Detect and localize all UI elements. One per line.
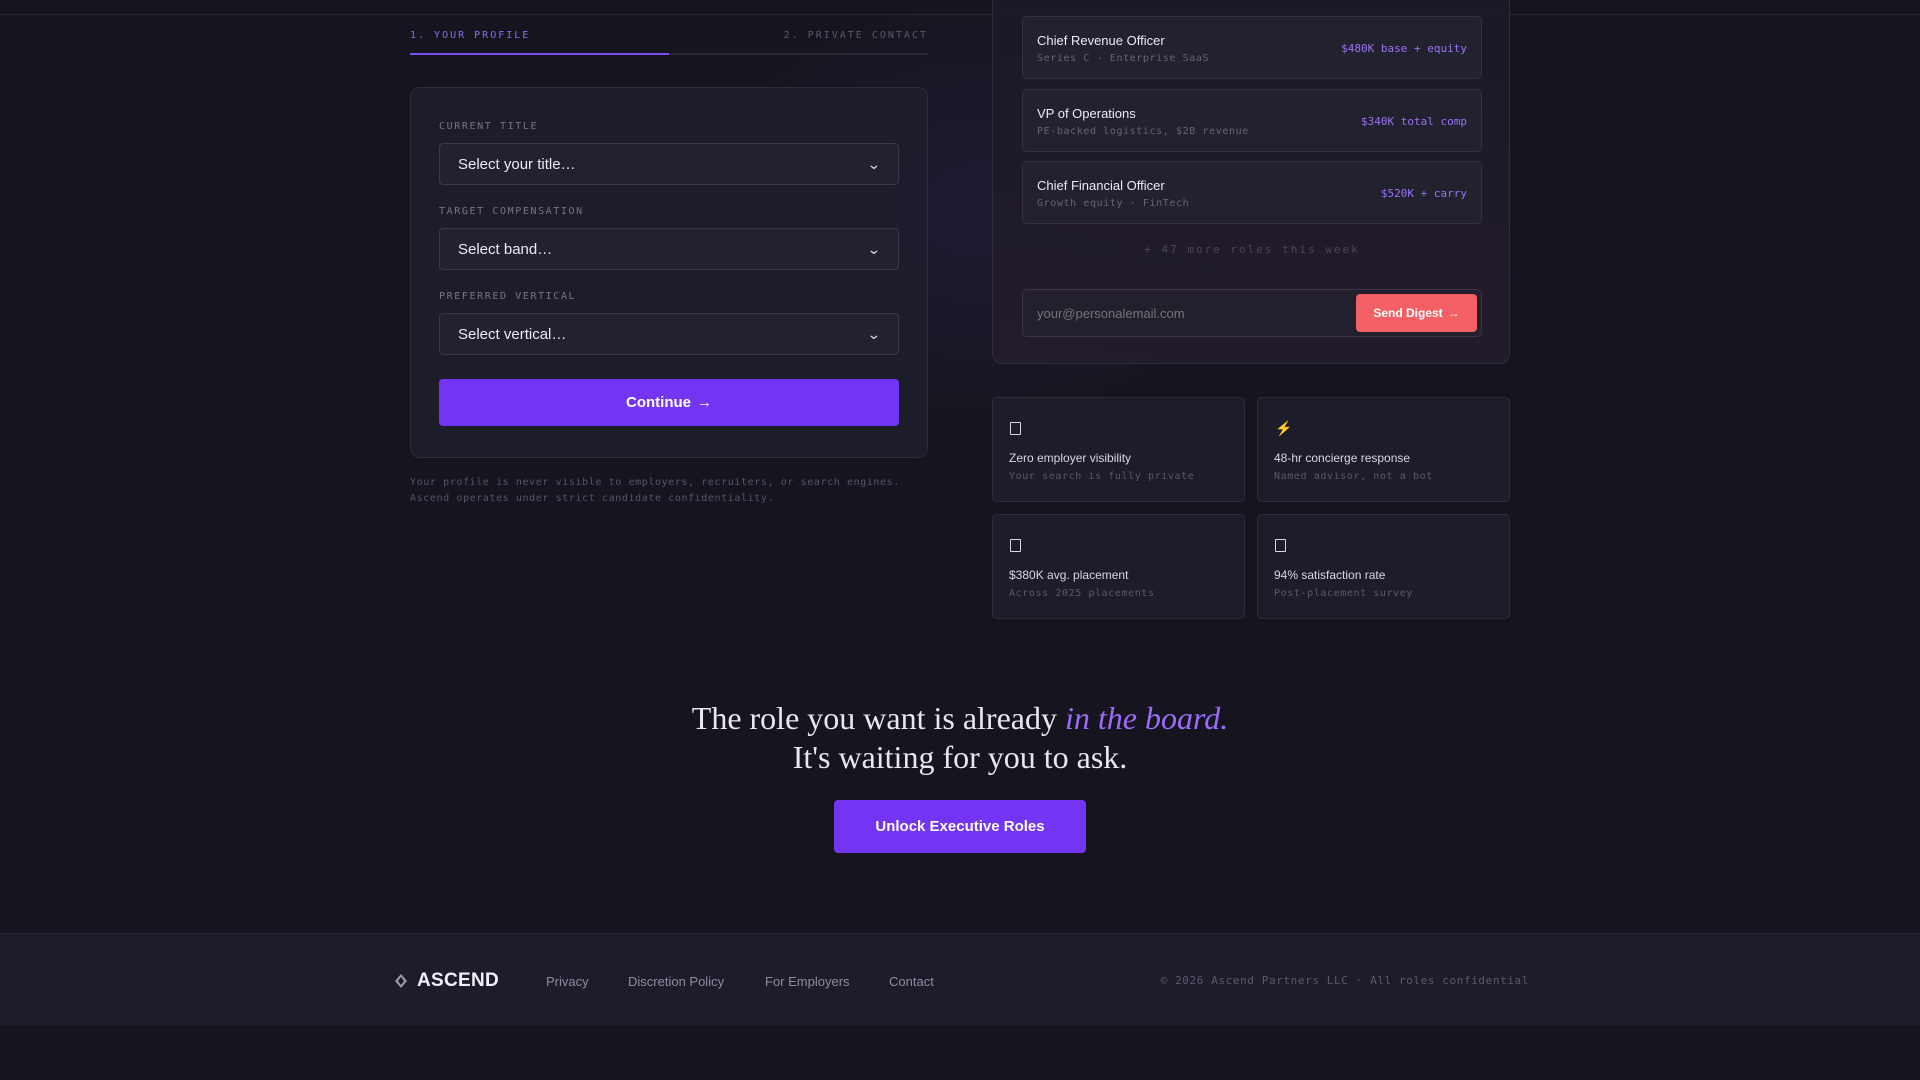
current-title-value: Select your title…: [458, 155, 576, 173]
chevron-down-icon: ⌄: [867, 155, 882, 172]
role-meta: Growth equity · FinTech: [1037, 198, 1190, 209]
email-input[interactable]: [1037, 303, 1337, 323]
target-compensation-select[interactable]: Select band… ⌄: [439, 228, 899, 270]
step-private-contact[interactable]: 2. PRIVATE CONTACT: [784, 30, 928, 41]
target-compensation-value: Select band…: [458, 240, 553, 258]
arrow-right-icon: →: [1447, 306, 1460, 320]
site-footer: ASCEND Privacy Discretion Policy For Emp…: [0, 933, 1920, 1025]
role-meta: PE-backed logistics, $2B revenue: [1037, 126, 1249, 137]
current-title-label: CURRENT TITLE: [439, 121, 539, 132]
role-title: Chief Financial Officer: [1037, 178, 1165, 193]
digest-email-form: Send Digest →: [1022, 289, 1482, 337]
role-compensation: $340K total comp: [1361, 115, 1467, 128]
feature-subtitle: Named advisor, not a bot: [1274, 471, 1433, 482]
role-title: Chief Revenue Officer: [1037, 33, 1165, 48]
arrow-right-icon: →: [697, 394, 712, 411]
current-title-select[interactable]: Select your title… ⌄: [439, 143, 899, 185]
feature-title: Zero employer visibility: [1009, 451, 1132, 465]
chevron-down-icon: ⌄: [867, 325, 882, 342]
step-progress-track: [410, 53, 928, 55]
footer-link-discretion-policy[interactable]: Discretion Policy: [628, 974, 724, 989]
role-card[interactable]: VP of Operations PE-backed logistics, $2…: [1022, 89, 1482, 152]
more-roles-count: + 47 more roles this week: [1144, 243, 1360, 256]
diamond-logo-icon: [395, 974, 407, 988]
privacy-note-line: Your profile is never visible to employe…: [410, 477, 900, 488]
role-meta: Series C · Enterprise SaaS: [1037, 53, 1210, 64]
step-progress-fill: [410, 53, 669, 55]
footer-link-privacy[interactable]: Privacy: [546, 974, 589, 989]
role-compensation: $520K + carry: [1380, 187, 1467, 200]
lock-icon: [1010, 420, 1021, 435]
lightning-icon: ⚡: [1275, 420, 1293, 436]
feature-title: 48-hr concierge response: [1274, 451, 1411, 465]
role-title: VP of Operations: [1037, 106, 1136, 121]
cta-headline: The role you want is already in the boar…: [0, 700, 1920, 737]
copyright: © 2026 Ascend Partners LLC · All roles c…: [1160, 974, 1529, 987]
feature-subtitle: Post-placement survey: [1274, 588, 1414, 599]
profile-form-card: CURRENT TITLE Select your title… ⌄ TARGE…: [410, 87, 928, 458]
preferred-vertical-value: Select vertical…: [458, 325, 567, 343]
role-compensation: $480K base + equity: [1341, 42, 1467, 55]
star-icon: [1275, 537, 1286, 552]
brand[interactable]: ASCEND: [395, 970, 499, 992]
role-card[interactable]: Chief Financial Officer Growth equity · …: [1022, 161, 1482, 224]
brand-name: ASCEND: [417, 970, 500, 991]
send-digest-label: Send Digest: [1373, 306, 1443, 320]
feature-subtitle: Your search is fully private: [1009, 471, 1195, 482]
footer-link-contact[interactable]: Contact: [889, 974, 934, 989]
privacy-note-line: Ascend operates under strict candidate c…: [410, 493, 775, 504]
feature-title: $380K avg. placement: [1009, 568, 1129, 582]
cta-headline-text: The role you want is already: [691, 700, 1065, 736]
feature-tile: Zero employer visibility Your search is …: [992, 397, 1245, 502]
target-compensation-label: TARGET COMPENSATION: [439, 206, 584, 217]
chevron-down-icon: ⌄: [867, 240, 882, 257]
cta-headline-accent: in the board.: [1064, 700, 1229, 736]
unlock-executive-roles-button[interactable]: Unlock Executive Roles: [834, 800, 1086, 853]
feature-tile: ⚡ 48-hr concierge response Named advisor…: [1257, 397, 1510, 502]
send-digest-button[interactable]: Send Digest →: [1356, 294, 1477, 332]
role-card[interactable]: Chief Revenue Officer Series C · Enterpr…: [1022, 16, 1482, 79]
feature-tile: $380K avg. placement Across 2025 placeme…: [992, 514, 1245, 619]
continue-label: Continue: [626, 394, 691, 411]
step-indicator: 1. YOUR PROFILE 2. PRIVATE CONTACT: [410, 30, 928, 56]
money-icon: [1010, 537, 1021, 552]
feature-subtitle: Across 2025 placements: [1009, 588, 1155, 599]
footer-link-for-employers[interactable]: For Employers: [765, 974, 850, 989]
cta-subheadline: It's waiting for you to ask.: [792, 739, 1128, 775]
privacy-note: Your profile is never visible to employe…: [410, 475, 950, 507]
feature-title: 94% satisfaction rate: [1274, 568, 1386, 582]
continue-button[interactable]: Continue →: [439, 379, 899, 426]
preferred-vertical-label: PREFERRED VERTICAL: [439, 291, 577, 302]
roles-digest-panel: Chief Revenue Officer Series C · Enterpr…: [992, 0, 1510, 364]
step-your-profile[interactable]: 1. YOUR PROFILE: [410, 30, 530, 41]
feature-tile: 94% satisfaction rate Post-placement sur…: [1257, 514, 1510, 619]
preferred-vertical-select[interactable]: Select vertical… ⌄: [439, 313, 899, 355]
